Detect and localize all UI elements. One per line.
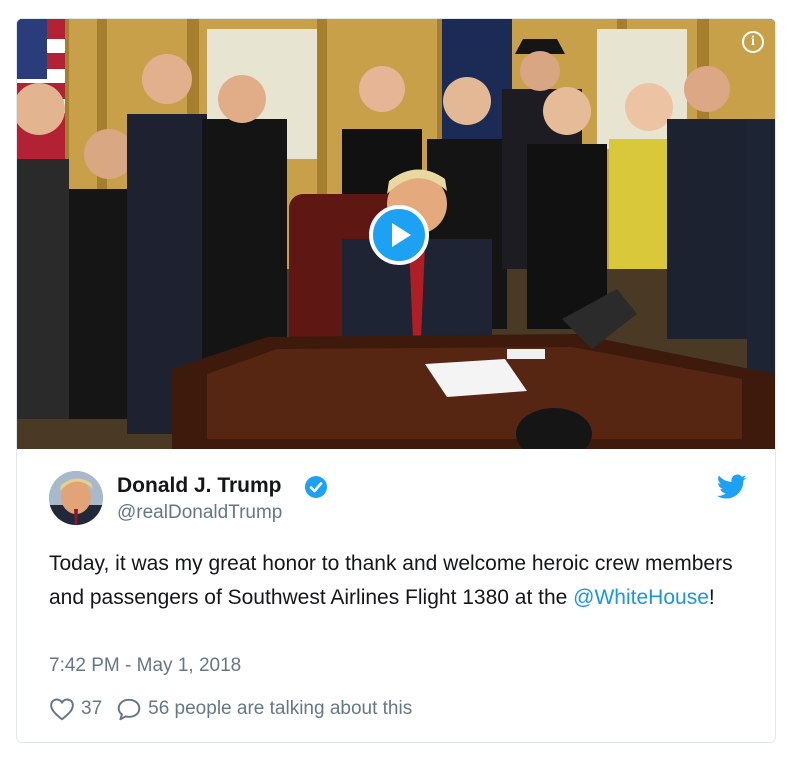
timestamp-link[interactable]: 7:42 PM - May 1, 2018 <box>49 655 241 677</box>
mention-link[interactable]: @WhiteHouse <box>573 586 709 609</box>
like-count: 37 <box>81 698 103 719</box>
tweet-text: Today, it was my great honor to thank an… <box>49 547 749 615</box>
reply-bubble-icon <box>117 698 141 721</box>
like-button[interactable]: 37 <box>49 697 102 721</box>
avatar-image <box>49 471 103 525</box>
author-name[interactable]: Donald J. Trump <box>117 474 282 498</box>
twitter-bird-icon[interactable] <box>717 474 747 500</box>
play-icon <box>392 223 411 247</box>
reply-button[interactable]: 56 people are talking about this <box>116 697 412 721</box>
tweet-actions: 37 56 people are talking about this <box>49 696 412 722</box>
heart-icon <box>50 698 74 721</box>
info-icon[interactable]: i <box>742 31 764 53</box>
embedded-tweet-card: i Donald J. Trump @realDonaldTrump Today… <box>16 18 776 743</box>
talking-count: 56 people are talking about this <box>148 698 413 719</box>
video-thumbnail[interactable]: i <box>17 19 775 449</box>
verified-badge-icon <box>305 476 327 498</box>
tweet-text-end: ! <box>708 586 715 609</box>
play-button[interactable] <box>369 205 429 265</box>
avatar[interactable] <box>49 471 103 525</box>
author-handle[interactable]: @realDonaldTrump <box>117 502 282 524</box>
